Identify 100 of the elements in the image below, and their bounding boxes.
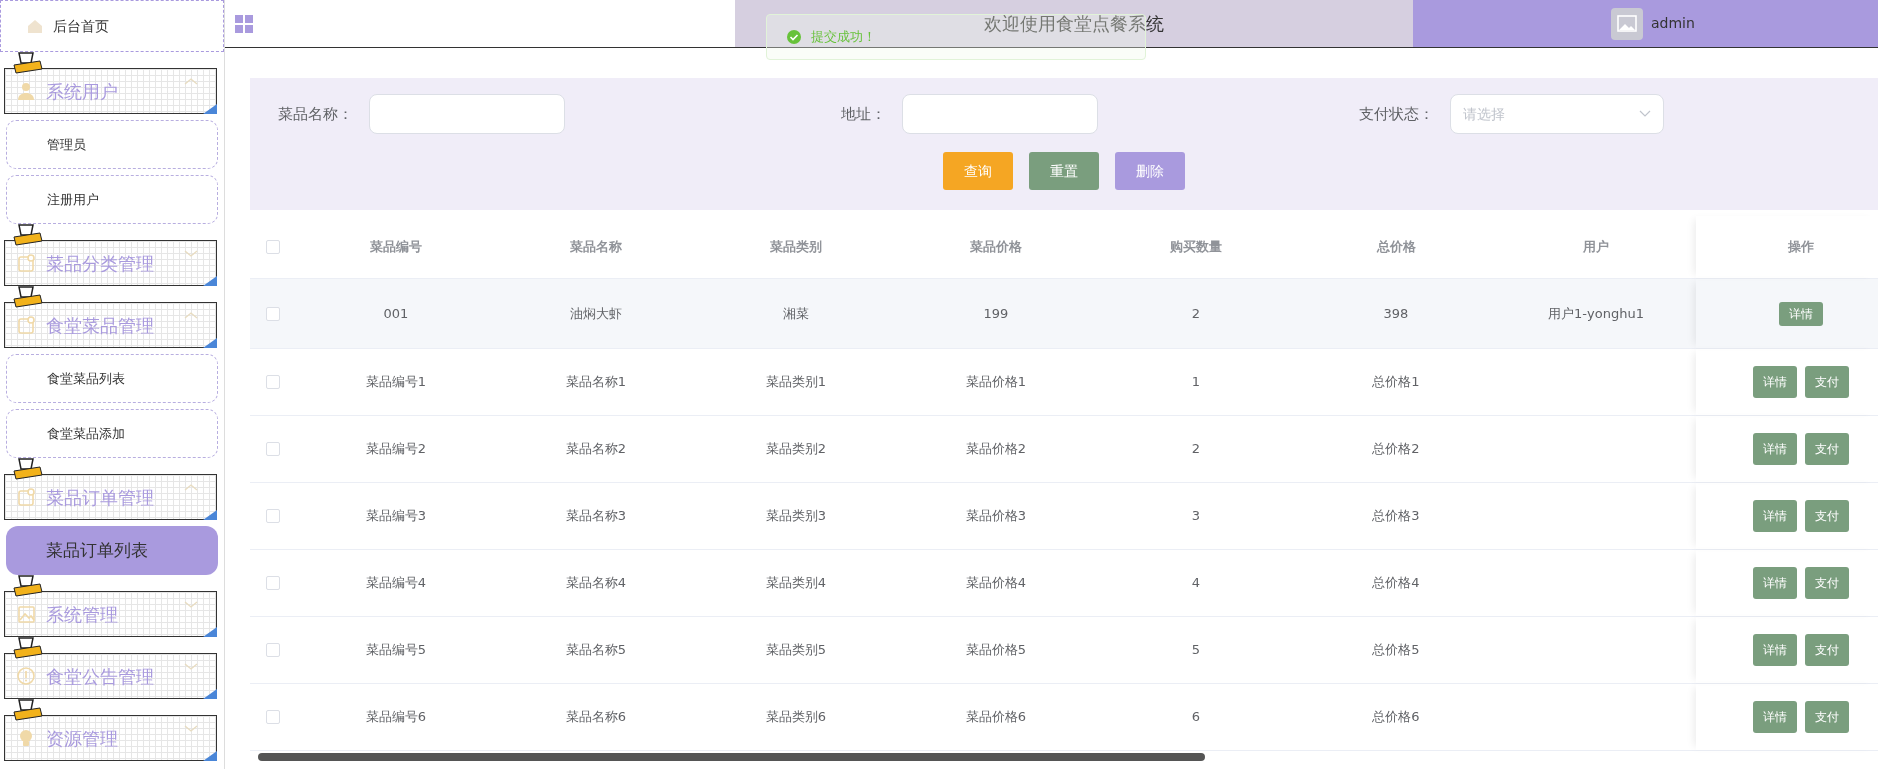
menu-group-header[interactable]: 菜品订单管理 [4, 474, 217, 520]
home-label: 后台首页 [53, 16, 109, 36]
image-icon [17, 604, 36, 624]
table-cell: 菜品编号1 [365, 374, 427, 390]
table-cell: 199 [983, 305, 1009, 321]
home-menu-item[interactable]: 后台首页 [0, 0, 224, 52]
query-button[interactable]: 查询 [943, 152, 1013, 190]
input-field[interactable] [369, 94, 565, 134]
table-cell: 总价格6 [1372, 709, 1420, 725]
menu-item[interactable]: 管理员 [6, 120, 218, 169]
select-all-checkbox[interactable] [266, 240, 280, 254]
reset-button[interactable]: 重置 [1029, 152, 1099, 190]
menu-group-label: 系统管理 [46, 602, 118, 627]
chevron-down-icon [184, 600, 198, 609]
row-checkbox[interactable] [266, 306, 280, 321]
menu-group-header[interactable]: 资源管理 [4, 715, 217, 761]
menu-group-label: 菜品分类管理 [46, 251, 154, 276]
details-button[interactable]: 详情 [1753, 567, 1797, 599]
page-title: 欢迎使用食堂点餐系统 [984, 12, 1164, 36]
pay-button[interactable]: 支付 [1805, 500, 1849, 532]
column-header: 总价格 [1376, 239, 1416, 255]
table-cell: 4 [1191, 575, 1201, 591]
table-cell: 001 [383, 305, 409, 321]
row-checkbox[interactable] [266, 509, 280, 523]
details-button[interactable]: 详情 [1779, 301, 1823, 326]
details-button[interactable]: 详情 [1753, 701, 1797, 733]
column-header: 购买数量 [1170, 239, 1222, 255]
folded-corner-icon [203, 510, 217, 520]
table-cell: 1 [1191, 374, 1201, 390]
table-cell: 菜品类别5 [765, 642, 827, 658]
column-header: 菜品名称 [570, 239, 622, 255]
binder-clip-icon [12, 698, 44, 722]
table-cell: 油焖大虾 [570, 305, 622, 321]
row-checkbox[interactable] [266, 643, 280, 657]
menu-group-header[interactable]: 系统管理 [4, 591, 217, 637]
username: admin [1651, 14, 1695, 33]
row-checkbox[interactable] [266, 576, 280, 590]
menu-group-label: 系统用户 [46, 79, 118, 104]
chevron-down-icon [184, 249, 198, 258]
menu-item[interactable]: 食堂菜品列表 [6, 354, 218, 403]
details-button[interactable]: 详情 [1753, 433, 1797, 465]
details-button[interactable]: 详情 [1753, 634, 1797, 666]
column-header: 菜品类别 [770, 239, 822, 255]
grid-menu-icon [235, 14, 253, 33]
table-cell: 湘菜 [783, 305, 809, 321]
pay-button[interactable]: 支付 [1805, 701, 1849, 733]
chevron-up-icon [184, 311, 198, 320]
select-field[interactable]: 请选择 [1450, 94, 1664, 134]
menu-group-label: 菜品订单管理 [46, 485, 154, 510]
folded-corner-icon [203, 627, 217, 637]
table-cell: 菜品编号4 [365, 575, 427, 591]
table-cell: 总价格4 [1372, 575, 1420, 591]
table-cell: 总价格3 [1372, 508, 1420, 524]
note-icon [17, 315, 36, 335]
pay-button[interactable]: 支付 [1805, 366, 1849, 398]
table-cell: 总价格5 [1372, 642, 1420, 658]
menu-group-header[interactable]: 食堂菜品管理 [4, 302, 217, 348]
menu-item[interactable]: 注册用户 [6, 175, 218, 224]
table-cell: 菜品编号6 [365, 709, 427, 725]
column-header: 用户 [1583, 239, 1609, 255]
note-icon [17, 487, 36, 507]
pay-button[interactable]: 支付 [1805, 433, 1849, 465]
field-label: 支付状态： [1359, 103, 1434, 125]
menu-item[interactable]: 食堂菜品添加 [6, 409, 218, 458]
chevron-down-icon [184, 662, 198, 671]
binder-clip-icon [12, 223, 44, 247]
input-field[interactable] [902, 94, 1098, 134]
table-cell: 菜品编号2 [365, 441, 427, 457]
table-cell: 总价格1 [1372, 374, 1420, 390]
table-cell: 总价格2 [1372, 441, 1420, 457]
menu-group-header[interactable]: 菜品分类管理 [4, 240, 217, 286]
row-checkbox[interactable] [266, 710, 280, 724]
table-cell: 菜品编号5 [365, 642, 427, 658]
table-cell: 菜品编号3 [365, 508, 427, 524]
chevron-up-icon [184, 483, 198, 492]
chevron-down-icon [184, 724, 198, 733]
menu-group-label: 资源管理 [46, 726, 118, 751]
table-cell: 3 [1191, 508, 1201, 524]
details-button[interactable]: 详情 [1753, 500, 1797, 532]
delete-button[interactable]: 删除 [1115, 152, 1185, 190]
table-cell: 菜品名称6 [565, 709, 627, 725]
folded-corner-icon [203, 276, 217, 286]
binder-clip-icon [12, 636, 44, 660]
table-cell: 菜品名称4 [565, 575, 627, 591]
row-checkbox[interactable] [266, 442, 280, 456]
pay-button[interactable]: 支付 [1805, 567, 1849, 599]
table-cell: 菜品价格4 [965, 575, 1027, 591]
horizontal-scrollbar[interactable] [258, 753, 1205, 761]
menu-item[interactable]: 菜品订单列表 [6, 526, 218, 575]
menu-group-header[interactable]: 系统用户 [4, 68, 217, 114]
row-checkbox[interactable] [266, 375, 280, 389]
menu-group-header[interactable]: 食堂公告管理 [4, 653, 217, 699]
pay-button[interactable]: 支付 [1805, 634, 1849, 666]
details-button[interactable]: 详情 [1753, 366, 1797, 398]
info-icon [17, 666, 36, 686]
table-cell: 菜品名称5 [565, 642, 627, 658]
table-cell: 菜品类别6 [765, 709, 827, 725]
table-cell: 398 [1383, 305, 1409, 321]
table-cell: 菜品类别3 [765, 508, 827, 524]
field-label: 地址： [841, 103, 886, 125]
